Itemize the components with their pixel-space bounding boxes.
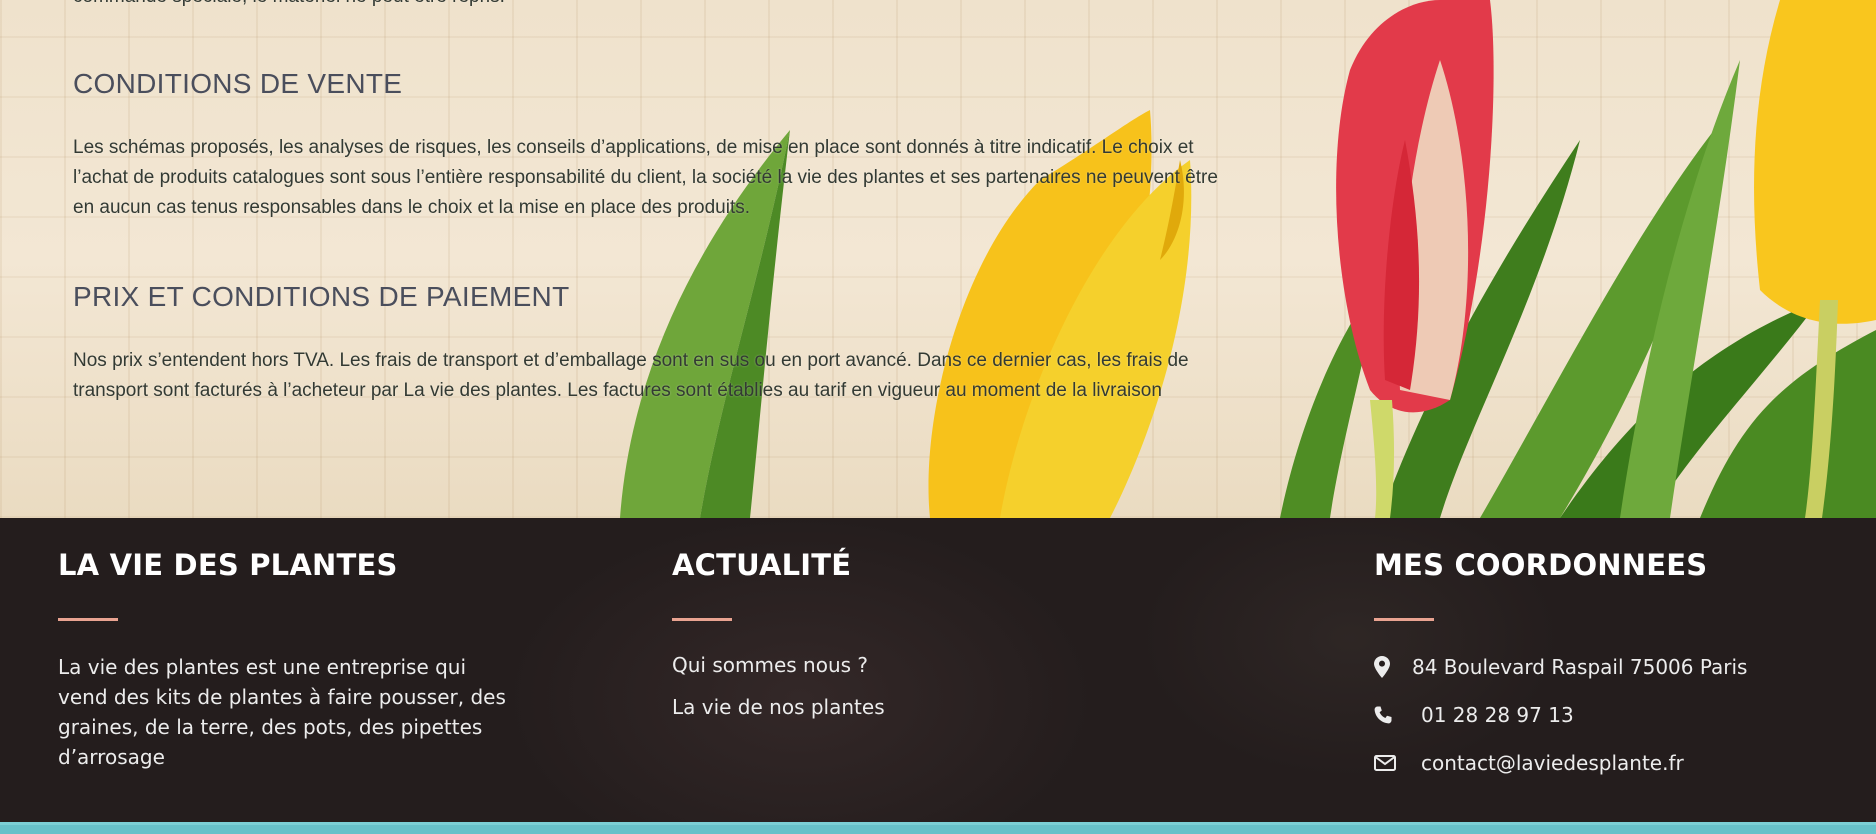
envelope-icon	[1374, 751, 1421, 775]
footer-about-column: LA VIE DES PLANTES La vie des plantes es…	[58, 518, 518, 822]
footer-contact-column: MES COORDONNEES 84 Boulevard Raspail 750…	[1374, 518, 1834, 822]
footer-title-divider	[58, 618, 118, 621]
conditions-vente-text: Les schémas proposés, les analyses de ri…	[73, 137, 1218, 218]
prix-conditions-text: Nos prix s’entendent hors TVA. Les frais…	[73, 350, 1189, 401]
contact-address-row: 84 Boulevard Raspail 75006 Paris	[1374, 655, 1747, 679]
bottom-accent-stripe	[0, 822, 1876, 834]
footer-title-divider	[1374, 618, 1434, 621]
footer-title-divider	[672, 618, 732, 621]
legal-content-section: commande spéciale, le matériel ne peut ê…	[0, 0, 1876, 518]
contact-email-row: contact@laviedesplante.fr	[1374, 751, 1684, 775]
footer-contact-title: MES COORDONNEES	[1374, 548, 1708, 582]
footer-about-title: LA VIE DES PLANTES	[58, 548, 398, 582]
contact-email[interactable]: contact@laviedesplante.fr	[1421, 751, 1684, 775]
prix-conditions-heading: PRIX ET CONDITIONS DE PAIEMENT	[73, 281, 570, 312]
map-marker-icon	[1374, 655, 1412, 679]
footer-news-title: ACTUALITÉ	[672, 548, 852, 582]
contact-address: 84 Boulevard Raspail 75006 Paris	[1412, 655, 1748, 679]
site-footer: LA VIE DES PLANTES La vie des plantes es…	[0, 518, 1876, 822]
conditions-vente-heading: CONDITIONS DE VENTE	[73, 68, 403, 99]
contact-phone-row: 01 28 28 97 13	[1374, 703, 1574, 727]
contact-phone[interactable]: 01 28 28 97 13	[1421, 703, 1574, 727]
phone-icon	[1374, 703, 1421, 727]
footer-link-vie-de-nos-plantes[interactable]: La vie de nos plantes	[672, 695, 885, 719]
footer-link-qui-sommes-nous[interactable]: Qui sommes nous ?	[672, 653, 868, 677]
footer-news-column: ACTUALITÉ Qui sommes nous ? La vie de no…	[672, 518, 1072, 822]
return-policy-text: commande spéciale, le matériel ne peut ê…	[73, 0, 505, 12]
footer-about-text: La vie des plantes est une entreprise qu…	[58, 655, 506, 769]
